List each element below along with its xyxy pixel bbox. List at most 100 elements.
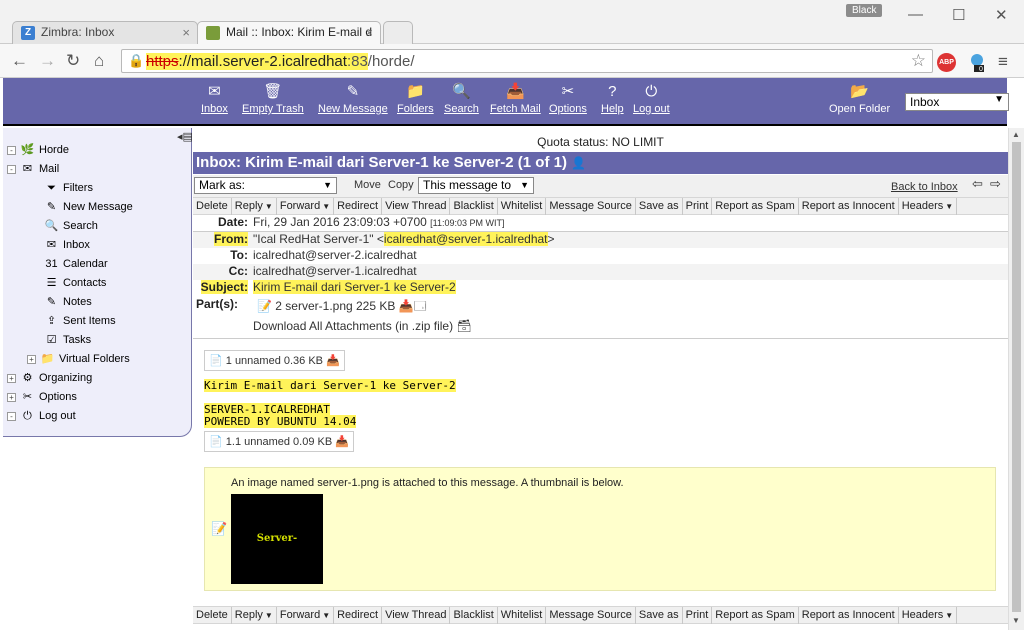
download-all-link[interactable]: Download All Attachments (in .zip file) …: [253, 319, 472, 333]
collapse-sidebar-icon[interactable]: ◂▤: [177, 130, 193, 143]
copy-link[interactable]: Copy: [388, 179, 414, 191]
tab-zimbra[interactable]: Z Zimbra: Inbox ×: [12, 21, 198, 44]
sidebar-item-options[interactable]: + ✂ Options: [7, 390, 77, 408]
prev-message-icon[interactable]: ⇦: [972, 176, 983, 192]
mark-as-select[interactable]: Mark as: ▼: [194, 177, 337, 194]
scroll-up-icon[interactable]: ▲: [1012, 130, 1020, 139]
move-link[interactable]: Move: [354, 179, 381, 191]
download-icon[interactable]: 📥: [335, 436, 349, 448]
chevron-down-icon[interactable]: ▼: [322, 611, 330, 620]
close-tab-icon[interactable]: ×: [365, 25, 373, 40]
download-icon[interactable]: 📥: [399, 299, 414, 313]
action-forward[interactable]: Forward ▼: [277, 198, 335, 215]
menu-log-out[interactable]: ⏻ Log out: [633, 81, 670, 115]
close-window-icon[interactable]: ✕: [995, 6, 1008, 24]
image-attachment-icon[interactable]: 📝: [211, 521, 227, 537]
part-1-1-box[interactable]: 📄 1.1 unnamed 0.09 KB 📥: [204, 431, 354, 452]
target-folder-select[interactable]: This message to ▼: [418, 177, 534, 194]
insecure-lock-icon[interactable]: 🔒: [128, 53, 144, 69]
scroll-down-icon[interactable]: ▼: [1012, 616, 1020, 625]
reload-icon[interactable]: ↻: [66, 51, 80, 71]
image-thumbnail[interactable]: Server-1icalredhat: [231, 494, 323, 584]
menu-help[interactable]: ? Help: [601, 81, 624, 115]
sidebar-item-calendar[interactable]: 31 Calendar: [27, 257, 107, 275]
chevron-down-icon[interactable]: ▼: [322, 202, 330, 211]
action-message-source[interactable]: Message Source: [546, 607, 636, 624]
url-text[interactable]: https://mail.server-2.icalredhat:83/hord…: [146, 53, 415, 70]
action-save-as[interactable]: Save as: [636, 607, 683, 624]
action-headers[interactable]: Headers ▼: [899, 198, 958, 215]
action-whitelist[interactable]: Whitelist: [498, 607, 547, 624]
action-report-as-spam[interactable]: Report as Spam: [712, 607, 799, 624]
collapse-icon[interactable]: -: [7, 411, 16, 421]
scrollbar-thumb[interactable]: [1012, 142, 1021, 612]
action-forward[interactable]: Forward ▼: [277, 607, 335, 624]
sidebar-item-filters[interactable]: ⏷ Filters: [27, 181, 93, 199]
menu-search[interactable]: 🔍 Search: [444, 81, 479, 115]
forward-arrow-icon[interactable]: →: [39, 51, 56, 71]
profile-badge[interactable]: Black: [846, 4, 883, 17]
menu-folders[interactable]: 📁 Folders: [397, 81, 434, 115]
maximize-icon[interactable]: ☐: [952, 6, 965, 24]
back-arrow-icon[interactable]: ←: [11, 51, 28, 71]
menu-new-message[interactable]: ✎ New Message: [318, 81, 388, 115]
extension-icon[interactable]: 0: [969, 53, 985, 73]
sidebar-item-organizing[interactable]: + ⚙ Organizing: [7, 371, 92, 389]
adblock-icon[interactable]: ABP: [937, 53, 956, 72]
sidebar-item-inbox[interactable]: ✉ Inbox: [27, 238, 90, 256]
action-report-as-spam[interactable]: Report as Spam: [712, 198, 799, 215]
back-to-inbox-link[interactable]: Back to Inbox: [891, 181, 958, 193]
from-email-link[interactable]: icalredhat@server-1.icalredhat: [383, 232, 548, 246]
expand-icon[interactable]: +: [27, 354, 36, 364]
view-icon[interactable]: 🗔: [414, 299, 427, 313]
action-view-thread[interactable]: View Thread: [382, 198, 451, 215]
tab-horde-mail[interactable]: Mail :: Inbox: Kirim E-mail d ×: [197, 21, 381, 44]
action-headers[interactable]: Headers ▼: [899, 607, 958, 624]
chevron-down-icon[interactable]: ▼: [945, 202, 953, 211]
chevron-down-icon[interactable]: ▼: [945, 611, 953, 620]
sidebar-item-contacts[interactable]: ☰ Contacts: [27, 276, 107, 294]
to-email-link[interactable]: icalredhat@server-2.icalredhat: [253, 248, 417, 262]
chevron-down-icon[interactable]: ▼: [265, 202, 273, 211]
minimize-icon[interactable]: —: [908, 6, 923, 23]
action-message-source[interactable]: Message Source: [546, 198, 636, 215]
action-delete[interactable]: Delete: [193, 198, 232, 215]
action-print[interactable]: Print: [683, 607, 713, 624]
sidebar-item-new-message[interactable]: ✎ New Message: [27, 200, 133, 218]
sidebar-item-search[interactable]: 🔍 Search: [27, 219, 98, 237]
folder-select[interactable]: Inbox ▼: [905, 93, 1009, 111]
close-tab-icon[interactable]: ×: [182, 25, 190, 40]
home-icon[interactable]: ⌂: [94, 51, 104, 71]
action-print[interactable]: Print: [683, 198, 713, 215]
next-message-icon[interactable]: ⇨: [990, 176, 1001, 192]
action-report-as-innocent[interactable]: Report as Innocent: [799, 607, 899, 624]
download-icon[interactable]: 📥: [326, 355, 340, 367]
address-bar[interactable]: 🔒 https://mail.server-2.icalredhat:83/ho…: [121, 49, 933, 73]
part-attachment-link[interactable]: 📝 2 server-1.png 225 KB 📥🗔: [257, 297, 427, 318]
sidebar-item-notes[interactable]: ✎ Notes: [27, 295, 92, 313]
expand-icon[interactable]: +: [7, 392, 16, 402]
cc-email-link[interactable]: icalredhat@server-1.icalredhat: [253, 264, 417, 278]
action-save-as[interactable]: Save as: [636, 198, 683, 215]
open-folder-button[interactable]: 📂 Open Folder: [829, 81, 890, 115]
bookmark-star-icon[interactable]: ☆: [911, 51, 926, 71]
action-delete[interactable]: Delete: [193, 607, 232, 624]
menu-inbox[interactable]: ✉ Inbox: [201, 81, 228, 115]
new-tab-button[interactable]: [383, 21, 413, 44]
action-blacklist[interactable]: Blacklist: [450, 607, 498, 624]
chevron-down-icon[interactable]: ▼: [265, 611, 273, 620]
menu-empty-trash[interactable]: 🗑 Empty Trash: [242, 81, 304, 115]
sidebar-item-sent-items[interactable]: ⇪ Sent Items: [27, 314, 116, 332]
sidebar-item-mail[interactable]: - ✉ Mail: [7, 162, 59, 180]
action-whitelist[interactable]: Whitelist: [498, 198, 547, 215]
sidebar-item-tasks[interactable]: ☑ Tasks: [27, 333, 92, 351]
action-reply[interactable]: Reply ▼: [232, 607, 277, 624]
sidebar-item-horde[interactable]: - 🌿 Horde: [7, 143, 69, 161]
collapse-icon[interactable]: -: [7, 164, 16, 174]
action-redirect[interactable]: Redirect: [334, 607, 383, 624]
page-scrollbar[interactable]: ▲ ▼: [1008, 128, 1024, 630]
action-redirect[interactable]: Redirect: [334, 198, 383, 215]
action-reply[interactable]: Reply ▼: [232, 198, 277, 215]
browser-menu-icon[interactable]: ≡: [998, 52, 1008, 72]
menu-options[interactable]: ✂ Options: [549, 81, 587, 115]
